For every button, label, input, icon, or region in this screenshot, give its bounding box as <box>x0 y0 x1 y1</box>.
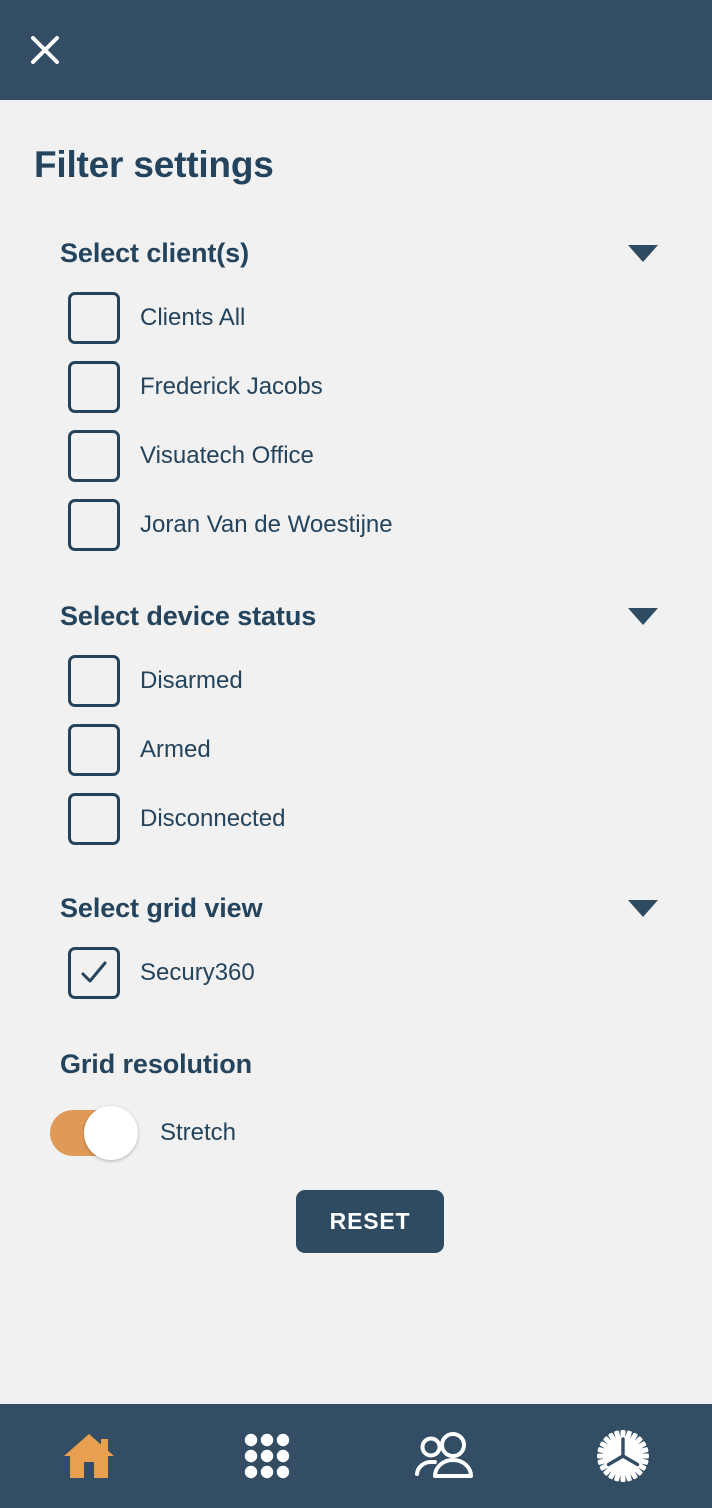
checkbox-label: Secury360 <box>140 958 255 986</box>
checkbox-label: Armed <box>140 735 211 763</box>
grid-dots-icon <box>244 1433 290 1479</box>
nav-item-clients[interactable] <box>356 1404 534 1508</box>
checkbox-label: Clients All <box>140 303 246 331</box>
nav-item-grid[interactable] <box>178 1404 356 1508</box>
checkbox-secury360[interactable] <box>68 946 120 999</box>
toggle-knob <box>84 1106 138 1160</box>
grid-resolution-toggle-row: Stretch <box>0 1098 712 1168</box>
section-title-grid-resolution: Grid resolution <box>60 1049 253 1079</box>
section-title-grid-view: Select grid view <box>60 893 263 923</box>
nav-item-home[interactable] <box>0 1404 178 1508</box>
checkbox-frederick-jacobs[interactable] <box>68 360 120 413</box>
section-title-device-status: Select device status <box>60 601 317 631</box>
section-header-device-status[interactable]: Select device status <box>0 601 712 632</box>
section-header-grid-view[interactable]: Select grid view <box>0 893 712 924</box>
checkbox-label: Disarmed <box>140 666 243 694</box>
section-header-grid-resolution: Grid resolution <box>0 1049 712 1080</box>
checkbox-row-visuatech-office[interactable]: Visuatech Office <box>0 421 712 490</box>
stretch-toggle[interactable] <box>50 1106 138 1160</box>
checkbox-disarmed[interactable] <box>68 654 120 707</box>
filter-settings-screen: Filter settings Select client(s) Clients… <box>0 0 712 1508</box>
home-icon <box>64 1434 114 1478</box>
checkbox-row-disconnected[interactable]: Disconnected <box>0 784 712 853</box>
checkbox-joran-van-de-woestijne[interactable] <box>68 498 120 551</box>
reset-button-wrap: RESET <box>0 1190 712 1253</box>
checkbox-row-disarmed[interactable]: Disarmed <box>0 646 712 715</box>
nav-item-settings[interactable] <box>534 1404 712 1508</box>
checkbox-label: Visuatech Office <box>140 441 314 469</box>
section-select-clients: Select client(s) Clients All Frederick J… <box>0 238 712 559</box>
section-select-device-status: Select device status Disarmed Armed Disc… <box>0 601 712 853</box>
checkbox-row-joran-van-de-woestijne[interactable]: Joran Van de Woestijne <box>0 490 712 559</box>
check-icon <box>81 961 107 982</box>
content-area: Filter settings Select client(s) Clients… <box>0 100 712 1404</box>
checkbox-clients-all[interactable] <box>68 291 120 344</box>
section-grid-resolution: Grid resolution Stretch <box>0 1049 712 1168</box>
chevron-down-icon[interactable] <box>628 900 658 917</box>
checkbox-disconnected[interactable] <box>68 792 120 845</box>
checkbox-row-armed[interactable]: Armed <box>0 715 712 784</box>
bottom-navigation-bar <box>0 1404 712 1508</box>
checkbox-label: Disconnected <box>140 804 286 832</box>
checkbox-row-secury360[interactable]: Secury360 <box>0 938 712 1007</box>
checkbox-visuatech-office[interactable] <box>68 429 120 482</box>
chevron-down-icon[interactable] <box>628 608 658 625</box>
reset-button[interactable]: RESET <box>295 1190 445 1253</box>
checkbox-label: Frederick Jacobs <box>140 372 323 400</box>
checkbox-armed[interactable] <box>68 723 120 776</box>
checkbox-row-frederick-jacobs[interactable]: Frederick Jacobs <box>0 352 712 421</box>
people-icon <box>415 1432 473 1478</box>
checkbox-label: Joran Van de Woestijne <box>140 510 393 538</box>
section-header-clients[interactable]: Select client(s) <box>0 238 712 269</box>
stretch-toggle-label: Stretch <box>160 1119 237 1146</box>
gear-icon <box>597 1430 649 1482</box>
top-bar <box>0 0 712 100</box>
section-title-clients: Select client(s) <box>60 238 249 268</box>
chevron-down-icon[interactable] <box>628 245 658 262</box>
close-button[interactable] <box>22 27 68 73</box>
checkbox-row-clients-all[interactable]: Clients All <box>0 283 712 352</box>
section-select-grid-view: Select grid view Secury360 <box>0 893 712 1007</box>
page-title: Filter settings <box>34 144 274 185</box>
close-icon <box>31 36 59 64</box>
